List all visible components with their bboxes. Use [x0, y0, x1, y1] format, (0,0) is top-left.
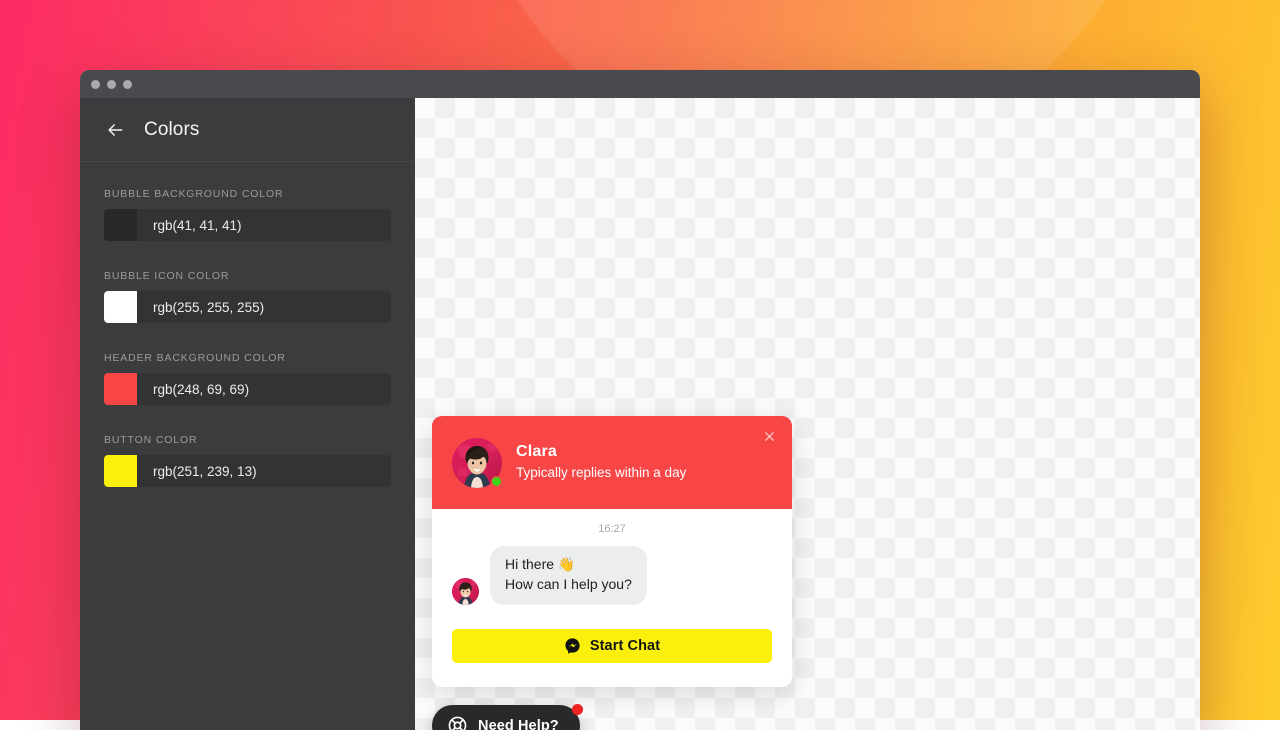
agent-info: Clara Typically replies within a day	[516, 442, 686, 482]
window-minimize-dot[interactable]	[107, 80, 116, 89]
color-value-text[interactable]: rgb(255, 255, 255)	[137, 291, 391, 323]
color-swatch[interactable]	[104, 291, 137, 323]
color-field-bubble-icon: BUBBLE ICON COLOR rgb(255, 255, 255)	[104, 270, 391, 323]
window-close-dot[interactable]	[91, 80, 100, 89]
color-field-button-color: BUTTON COLOR rgb(251, 239, 13)	[104, 434, 391, 487]
browser-window: Colors BUBBLE BACKGROUND COLOR rgb(41, 4…	[80, 70, 1200, 730]
field-label: BUBBLE BACKGROUND COLOR	[104, 188, 391, 200]
chat-widget-card: Clara Typically replies within a day 16:…	[432, 416, 792, 687]
chat-message-area: 16:27	[432, 509, 792, 605]
field-label: HEADER BACKGROUND COLOR	[104, 352, 391, 364]
widget-preview-canvas: Clara Typically replies within a day 16:…	[415, 98, 1200, 730]
color-swatch[interactable]	[104, 209, 137, 241]
color-input-row[interactable]: rgb(255, 255, 255)	[104, 291, 391, 323]
online-dot-icon	[491, 476, 502, 487]
color-input-row[interactable]: rgb(248, 69, 69)	[104, 373, 391, 405]
chat-launcher-bubble[interactable]: Need Help?	[432, 705, 580, 730]
page-title: Colors	[144, 119, 200, 141]
window-titlebar	[80, 70, 1200, 98]
message-row: Hi there 👋 How can I help you?	[452, 546, 772, 605]
color-value-text[interactable]: rgb(251, 239, 13)	[137, 455, 391, 487]
notification-dot-icon	[572, 704, 583, 715]
message-bubble: Hi there 👋 How can I help you?	[490, 546, 647, 605]
message-timestamp: 16:27	[452, 523, 772, 535]
color-fields-list: BUBBLE BACKGROUND COLOR rgb(41, 41, 41) …	[80, 162, 415, 516]
sidebar-header: Colors	[80, 98, 415, 162]
window-maximize-dot[interactable]	[123, 80, 132, 89]
color-swatch[interactable]	[104, 373, 137, 405]
color-swatch[interactable]	[104, 455, 137, 487]
field-label: BUTTON COLOR	[104, 434, 391, 446]
arrow-left-icon[interactable]	[104, 119, 126, 141]
avatar	[452, 438, 502, 488]
color-value-text[interactable]: rgb(41, 41, 41)	[137, 209, 391, 241]
close-icon[interactable]	[760, 427, 778, 445]
color-input-row[interactable]: rgb(41, 41, 41)	[104, 209, 391, 241]
window-content: Colors BUBBLE BACKGROUND COLOR rgb(41, 4…	[80, 98, 1200, 730]
start-chat-label: Start Chat	[590, 638, 660, 654]
color-input-row[interactable]: rgb(251, 239, 13)	[104, 455, 391, 487]
color-field-header-background: HEADER BACKGROUND COLOR rgb(248, 69, 69)	[104, 352, 391, 405]
agent-avatar-photo	[452, 578, 479, 605]
messenger-icon	[564, 637, 581, 654]
settings-sidebar: Colors BUBBLE BACKGROUND COLOR rgb(41, 4…	[80, 98, 415, 730]
chat-widget-header: Clara Typically replies within a day	[432, 416, 792, 509]
start-chat-button[interactable]: Start Chat	[452, 629, 772, 663]
agent-name: Clara	[516, 442, 686, 463]
color-field-bubble-background: BUBBLE BACKGROUND COLOR rgb(41, 41, 41)	[104, 188, 391, 241]
field-label: BUBBLE ICON COLOR	[104, 270, 391, 282]
chat-launcher-label: Need Help?	[478, 718, 559, 730]
color-value-text[interactable]: rgb(248, 69, 69)	[137, 373, 391, 405]
lifebuoy-icon	[447, 715, 468, 730]
agent-status: Typically replies within a day	[516, 463, 686, 483]
